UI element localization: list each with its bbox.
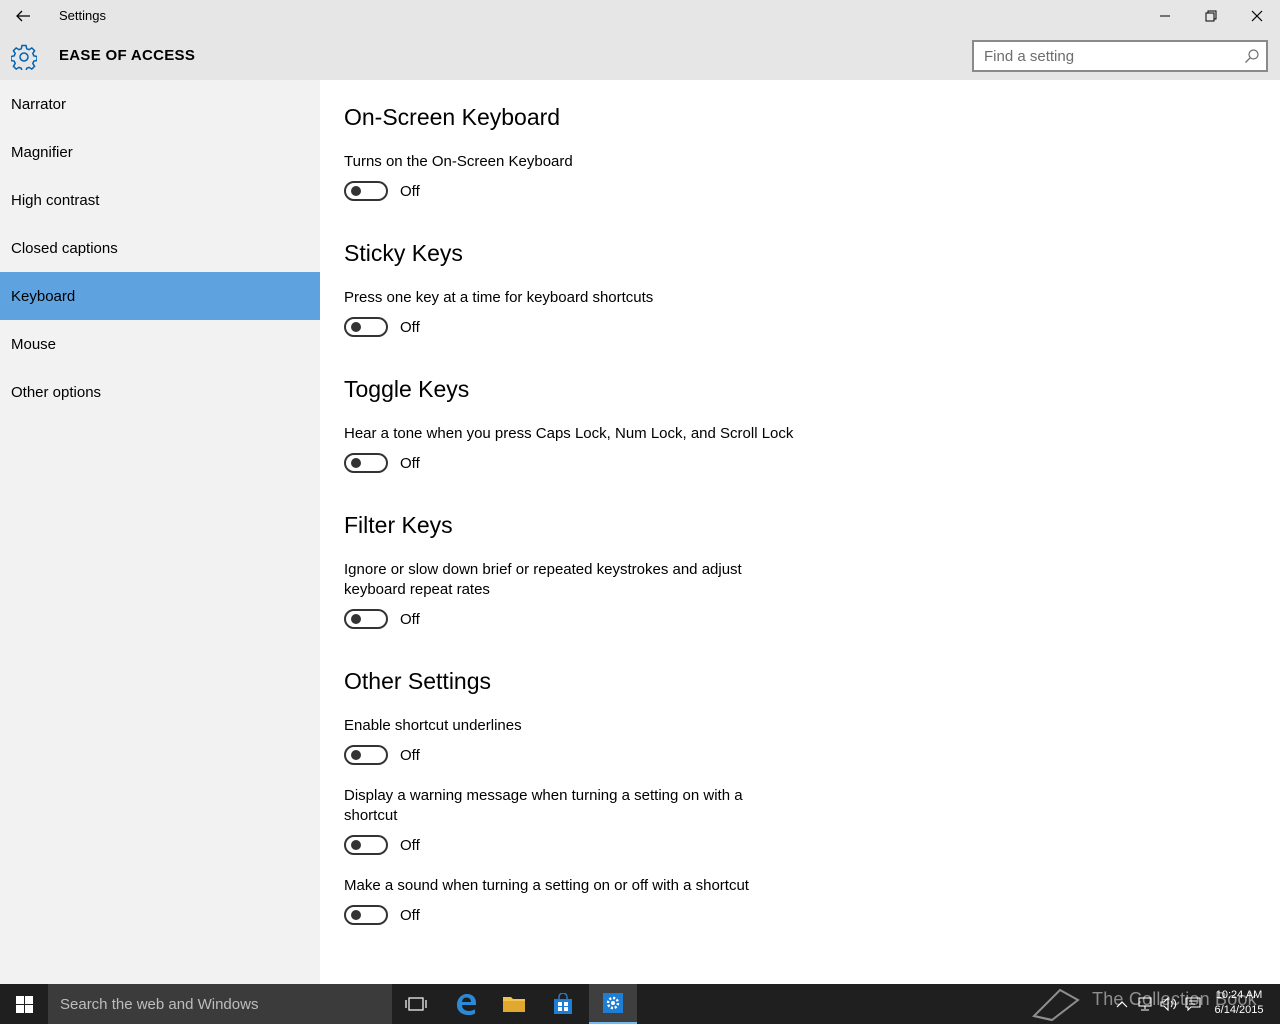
section-heading-other-settings: Other Settings	[344, 668, 492, 694]
sidebar-item-label: High contrast	[11, 191, 100, 209]
toggle-state-label: Off	[400, 906, 420, 924]
windows-logo-icon	[15, 995, 33, 1013]
gear-icon	[11, 44, 37, 70]
search-icon[interactable]	[1244, 48, 1260, 64]
taskbar-search-box[interactable]: Search the web and Windows	[48, 984, 392, 1024]
folder-icon	[503, 997, 525, 1012]
filter-keys-toggle[interactable]	[344, 609, 388, 629]
sidebar-item-mouse[interactable]: Mouse	[0, 320, 320, 368]
action-center-button[interactable]	[1182, 984, 1204, 1024]
clock-date: 6/14/2015	[1214, 1004, 1264, 1016]
store-button[interactable]	[539, 984, 587, 1024]
show-hidden-icons-button[interactable]	[1112, 984, 1132, 1024]
restore-button[interactable]	[1188, 0, 1234, 32]
network-icon	[1138, 997, 1152, 1011]
warning-message-toggle[interactable]	[344, 835, 388, 855]
toggle-knob	[351, 458, 361, 468]
back-button[interactable]	[0, 0, 46, 32]
filter-keys-toggle-row: Off	[344, 609, 420, 629]
keyboard-settings-panel: On-Screen Keyboard Turns on the On-Scree…	[320, 80, 1280, 984]
search-input[interactable]	[974, 42, 1234, 70]
shortcut-underlines-toggle-row: Off	[344, 745, 420, 765]
settings-app-button[interactable]	[589, 984, 637, 1024]
sidebar-nav: Narrator Magnifier High contrast Closed …	[0, 80, 320, 984]
book-watermark-icon	[1032, 988, 1080, 1022]
sidebar-item-label: Mouse	[11, 335, 57, 353]
sidebar-item-label: Other options	[11, 383, 102, 401]
toggle-state-label: Off	[400, 318, 420, 336]
notification-icon	[1185, 997, 1201, 1011]
setting-description: Display a warning message when turning a…	[344, 787, 743, 824]
setting-description: Enable shortcut underlines	[344, 717, 522, 734]
file-explorer-button[interactable]	[490, 984, 538, 1024]
toggle-knob	[351, 840, 361, 850]
on-screen-keyboard-toggle[interactable]	[344, 181, 388, 201]
toggle-state-label: Off	[400, 610, 420, 628]
clock-time: 10:24 AM	[1215, 989, 1263, 1001]
taskbar-clock[interactable]: 10:24 AM 6/14/2015	[1206, 988, 1272, 1018]
window-title: Settings	[59, 8, 106, 23]
section-heading-toggle-keys: Toggle Keys	[344, 376, 470, 402]
speaker-icon	[1160, 997, 1177, 1011]
toggle-keys-toggle-row: Off	[344, 453, 420, 473]
toggle-keys-toggle[interactable]	[344, 453, 388, 473]
sticky-keys-toggle[interactable]	[344, 317, 388, 337]
toggle-state-label: Off	[400, 836, 420, 854]
toggle-state-label: Off	[400, 182, 420, 200]
sidebar-item-closed-captions[interactable]: Closed captions	[0, 224, 320, 272]
section-title: EASE OF ACCESS	[59, 47, 196, 64]
close-icon	[1251, 10, 1263, 22]
minimize-icon	[1160, 15, 1170, 17]
chevron-up-icon	[1116, 1001, 1128, 1008]
shortcut-underlines-toggle[interactable]	[344, 745, 388, 765]
minimize-button[interactable]	[1142, 0, 1188, 32]
settings-gear-icon	[603, 993, 623, 1013]
sidebar-item-label: Narrator	[11, 95, 67, 113]
toggle-knob	[351, 322, 361, 332]
close-button[interactable]	[1234, 0, 1280, 32]
task-view-button[interactable]	[392, 984, 440, 1024]
toggle-knob	[351, 186, 361, 196]
section-heading-on-screen-keyboard: On-Screen Keyboard	[344, 104, 561, 130]
find-setting-search[interactable]	[972, 40, 1268, 72]
settings-header: EASE OF ACCESS	[0, 32, 1280, 80]
setting-description: Turns on the On-Screen Keyboard	[344, 153, 573, 170]
toggle-state-label: Off	[400, 746, 420, 764]
section-heading-sticky-keys: Sticky Keys	[344, 240, 463, 266]
toggle-knob	[351, 614, 361, 624]
warning-message-toggle-row: Off	[344, 835, 420, 855]
sidebar-item-keyboard[interactable]: Keyboard	[0, 272, 320, 320]
taskbar: Search the web and Windows The Collectio…	[0, 984, 1280, 1024]
edge-browser-button[interactable]	[442, 984, 490, 1024]
setting-description: Press one key at a time for keyboard sho…	[344, 289, 654, 306]
setting-description: Ignore or slow down brief or repeated ke…	[344, 561, 742, 598]
edge-browser-icon	[457, 994, 476, 1015]
shortcut-sound-toggle[interactable]	[344, 905, 388, 925]
setting-description: Make a sound when turning a setting on o…	[344, 877, 749, 894]
volume-button[interactable]	[1158, 984, 1180, 1024]
section-heading-filter-keys: Filter Keys	[344, 512, 453, 538]
sticky-keys-toggle-row: Off	[344, 317, 420, 337]
sidebar-item-high-contrast[interactable]: High contrast	[0, 176, 320, 224]
sidebar-item-magnifier[interactable]: Magnifier	[0, 128, 320, 176]
sidebar-item-other-options[interactable]: Other options	[0, 368, 320, 416]
sidebar-item-label: Keyboard	[11, 287, 76, 305]
task-view-icon	[405, 997, 427, 1011]
toggle-state-label: Off	[400, 454, 420, 472]
sidebar-item-label: Magnifier	[11, 143, 73, 161]
title-bar: Settings	[0, 0, 1280, 32]
toggle-knob	[351, 750, 361, 760]
network-button[interactable]	[1134, 984, 1156, 1024]
restore-icon	[1205, 10, 1217, 22]
sidebar-item-label: Closed captions	[11, 239, 118, 257]
store-bag-icon	[554, 993, 572, 1014]
on-screen-keyboard-toggle-row: Off	[344, 181, 420, 201]
shortcut-sound-toggle-row: Off	[344, 905, 420, 925]
back-arrow-icon	[16, 10, 30, 22]
start-button[interactable]	[0, 984, 48, 1024]
setting-description: Hear a tone when you press Caps Lock, Nu…	[344, 425, 794, 442]
sidebar-item-narrator[interactable]: Narrator	[0, 80, 320, 128]
toggle-knob	[351, 910, 361, 920]
